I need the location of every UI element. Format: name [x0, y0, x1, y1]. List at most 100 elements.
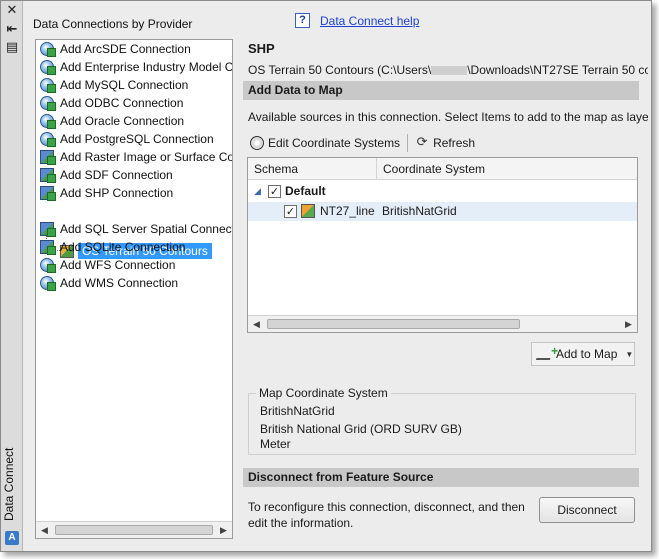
tree-item-label: Add ODBC Connection	[60, 96, 184, 110]
help-area: ? Data Connect help	[295, 13, 419, 28]
schema-name: Default	[285, 184, 326, 198]
sdf-file-icon	[40, 168, 56, 183]
schema-row-default[interactable]: ◢ ✓ Default	[254, 182, 326, 200]
connection-globe-icon	[40, 78, 56, 93]
edit-cs-label: Edit Coordinate Systems	[268, 136, 401, 150]
redacted-username	[431, 66, 468, 76]
scroll-left-icon[interactable]: ◀	[36, 522, 53, 538]
schema-grid[interactable]: Schema Coordinate System ◢ ✓ Default ✓ N…	[247, 157, 638, 333]
tree-item-label: Add SDF Connection	[60, 168, 173, 182]
wfs-globe-icon	[40, 258, 56, 273]
sqlite-icon	[40, 240, 56, 255]
tree-item-sdf[interactable]: Add SDF Connection	[36, 166, 232, 184]
map-cs-units: Meter	[260, 437, 291, 451]
close-icon[interactable]: ✕	[4, 4, 20, 18]
map-cs-code: BritishNatGrid	[260, 404, 335, 418]
raster-image-icon	[40, 150, 56, 165]
scroll-left-icon[interactable]: ◀	[248, 316, 265, 332]
feature-coordinate-system: BritishNatGrid	[382, 202, 457, 220]
toolbar-separator	[407, 134, 409, 152]
tree-item-postgresql[interactable]: Add PostgreSQL Connection	[36, 130, 232, 148]
disconnect-button[interactable]: Disconnect	[539, 497, 635, 523]
tree-item-oracle[interactable]: Add Oracle Connection	[36, 112, 232, 130]
dock-icon[interactable]: ⇤	[4, 23, 20, 37]
tree-horizontal-scrollbar[interactable]: ◀ ▶	[36, 521, 232, 538]
connection-path: OS Terrain 50 Contours (C:\Users\ \Downlo…	[248, 63, 648, 77]
provider-name: SHP	[248, 41, 275, 56]
add-to-map-button[interactable]: Add to Map ▼	[531, 342, 635, 366]
tree-item-label: Add Enterprise Industry Model Connection	[60, 60, 233, 74]
chevron-down-icon[interactable]: ▼	[625, 350, 633, 359]
refresh-button[interactable]: ⟳ Refresh	[411, 132, 479, 154]
edit-coordinate-systems-button[interactable]: Edit Coordinate Systems	[246, 132, 404, 154]
connection-globe-icon	[40, 60, 56, 75]
tree-item-wfs[interactable]: Add WFS Connection	[36, 256, 232, 274]
tree-item-label: Add SQLite Connection	[60, 240, 186, 254]
tree-item-label: Add MySQL Connection	[60, 78, 189, 92]
scrollbar-thumb[interactable]	[267, 319, 520, 329]
feature-cs-value: BritishNatGrid	[382, 204, 457, 218]
grid-header: Schema Coordinate System	[248, 158, 637, 180]
connection-globe-icon	[40, 114, 56, 129]
tree-item-label: Add WMS Connection	[60, 276, 179, 290]
tree-item-arcsde[interactable]: Add ArcSDE Connection	[36, 40, 232, 58]
tree-item-label: Add WFS Connection	[60, 258, 176, 272]
schema-checkbox[interactable]: ✓	[268, 184, 281, 198]
disconnect-header: Disconnect from Feature Source	[243, 468, 639, 487]
add-data-header: Add Data to Map	[243, 81, 639, 100]
refresh-label: Refresh	[433, 136, 476, 150]
connection-globe-icon	[40, 42, 56, 57]
map-cs-description: British National Grid (ORD SURV GB)	[260, 422, 462, 436]
path-suffix: \Downloads\NT27SE Terrain 50 contours\	[467, 63, 648, 77]
tree-item-sqlite[interactable]: Add SQLite Connection	[36, 238, 232, 256]
app-logo-icon: A	[5, 531, 19, 545]
globe-icon	[250, 136, 264, 150]
tree-item-label: Add SHP Connection	[60, 186, 174, 200]
feature-row-nt27-line[interactable]: ✓ NT27_line	[284, 202, 375, 220]
tree-item-odbc[interactable]: Add ODBC Connection	[36, 94, 232, 112]
shp-file-icon	[40, 186, 56, 201]
tree-item-label: Add PostgreSQL Connection	[60, 132, 214, 146]
tree-item-raster[interactable]: Add Raster Image or Surface Connection	[36, 148, 233, 166]
tree-item-mysql[interactable]: Add MySQL Connection	[36, 76, 232, 94]
schema-toolbar: Edit Coordinate Systems ⟳ Refresh	[246, 132, 479, 154]
palette-title: Data Connect	[2, 447, 16, 521]
refresh-icon: ⟳	[416, 135, 428, 150]
help-link[interactable]: Data Connect help	[320, 14, 419, 28]
scroll-right-icon[interactable]: ▶	[215, 522, 232, 538]
properties-menu-icon[interactable]: ▤	[4, 41, 20, 55]
feature-class-icon	[301, 204, 315, 218]
providers-title: Data Connections by Provider	[33, 17, 193, 31]
map-coordinate-system-group: Map Coordinate System BritishNatGrid Bri…	[248, 386, 636, 455]
tree-item-label: Add Raster Image or Surface Connection	[60, 150, 233, 164]
tree-item-shp[interactable]: Add SHP Connection	[36, 184, 232, 202]
grid-horizontal-scrollbar[interactable]: ◀ ▶	[248, 315, 637, 332]
tree-item-sql-server-spatial[interactable]: Add SQL Server Spatial Connection	[36, 220, 233, 238]
tree-item-enterprise-industry-model[interactable]: Add Enterprise Industry Model Connection	[36, 58, 233, 76]
tree-item-wms[interactable]: Add WMS Connection	[36, 274, 232, 292]
column-coordinate-system[interactable]: Coordinate System	[376, 158, 637, 180]
expand-toggle-icon[interactable]: ◢	[254, 186, 264, 197]
palette-content: Data Connections by Provider ? Data Conn…	[23, 1, 651, 551]
disconnect-instructions: To reconfigure this connection, disconne…	[248, 500, 525, 530]
wms-globe-icon	[40, 276, 56, 291]
help-icon[interactable]: ?	[295, 13, 310, 28]
scroll-right-icon[interactable]: ▶	[620, 316, 637, 332]
connection-globe-icon	[40, 132, 56, 147]
data-connect-palette: ✕ ⇤ ▤ Data Connect A Data Connections by…	[0, 0, 652, 552]
providers-tree[interactable]: Add ArcSDE Connection Add Enterprise Ind…	[35, 39, 233, 539]
tree-item-label: Add ArcSDE Connection	[60, 42, 191, 56]
path-prefix: OS Terrain 50 Contours (C:\Users\	[248, 63, 432, 77]
tree-item-label: Add Oracle Connection	[60, 114, 185, 128]
feature-name: NT27_line	[320, 204, 375, 218]
feature-checkbox[interactable]: ✓	[284, 204, 297, 218]
scrollbar-thumb[interactable]	[55, 525, 213, 535]
map-cs-legend: Map Coordinate System	[256, 386, 391, 400]
sql-server-icon	[40, 222, 56, 237]
palette-title-strip: ✕ ⇤ ▤ Data Connect A	[1, 1, 23, 551]
available-sources-text: Available sources in this connection. Se…	[248, 110, 648, 124]
add-layer-icon	[535, 348, 555, 360]
add-to-map-label: Add to Map	[556, 347, 618, 361]
column-schema[interactable]: Schema	[248, 158, 376, 180]
tree-item-label: Add SQL Server Spatial Connection	[60, 222, 233, 236]
